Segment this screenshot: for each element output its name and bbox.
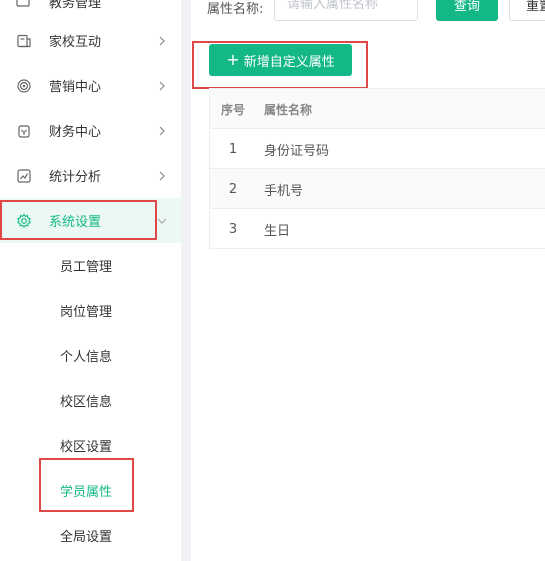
sidebar-subitem-campus-settings[interactable]: 校区设置 <box>0 423 181 468</box>
row-attribute-name: 身份证号码 <box>264 143 330 159</box>
sidebar-subitem-label: 员工管理 <box>60 260 113 275</box>
main-content: 属性名称: 查询 重置 + 新增自定义属性 序号 属性名称 1 身份证号码 2 … <box>191 0 545 561</box>
book-icon <box>15 0 33 10</box>
attributes-table: 序号 属性名称 1 身份证号码 2 手机号 3 生日 <box>209 88 545 249</box>
sidebar-item-system-settings[interactable]: 系统设置 <box>0 198 181 243</box>
sidebar-item-academic[interactable]: 教务管理 <box>0 0 181 11</box>
sidebar-subitem-label: 学员属性 <box>60 485 113 500</box>
sidebar-subitem-profile[interactable]: 个人信息 <box>0 333 181 378</box>
sidebar-subitem-label: 校区信息 <box>60 395 113 410</box>
sidebar-item-label: 系统设置 <box>49 215 102 230</box>
sidebar-subitem-global-settings[interactable]: 全局设置 <box>0 513 181 558</box>
chart-icon <box>15 167 33 185</box>
row-index: 1 <box>228 141 238 157</box>
attribute-name-filter-label: 属性名称: <box>207 2 264 17</box>
chat-icon <box>15 32 33 50</box>
sidebar-item-statistics[interactable]: 统计分析 <box>0 153 181 198</box>
row-attribute-name: 手机号 <box>264 183 304 199</box>
sidebar-item-marketing[interactable]: 营销中心 <box>0 63 181 108</box>
chevron-down-icon <box>156 215 168 227</box>
table-row[interactable]: 1 身份证号码 <box>210 129 545 169</box>
add-custom-attribute-button[interactable]: + 新增自定义属性 <box>209 44 352 76</box>
sidebar-item-label: 统计分析 <box>49 170 102 185</box>
sidebar-item-label: 财务中心 <box>49 125 102 140</box>
row-attribute-name: 生日 <box>264 223 291 239</box>
sidebar-subitem-campus-info[interactable]: 校区信息 <box>0 378 181 423</box>
chevron-right-icon <box>156 170 168 182</box>
sidebar-item-label: 营销中心 <box>49 80 102 95</box>
reset-button[interactable]: 重置 <box>509 0 545 21</box>
chevron-right-icon <box>156 80 168 92</box>
layout-gutter <box>181 0 191 561</box>
column-header-index: 序号 <box>220 102 245 117</box>
sidebar-subitem-label: 个人信息 <box>60 350 113 365</box>
wallet-icon <box>15 122 33 140</box>
sidebar-subitem-label: 岗位管理 <box>60 305 113 320</box>
sidebar-subitem-label: 全局设置 <box>60 530 113 545</box>
row-index: 2 <box>228 181 238 197</box>
sidebar-item-finance[interactable]: 财务中心 <box>0 108 181 153</box>
table-row[interactable]: 3 生日 <box>210 209 545 249</box>
chevron-right-icon <box>156 125 168 137</box>
row-index: 3 <box>228 221 238 237</box>
sidebar-item-home-school[interactable]: 家校互动 <box>0 18 181 63</box>
sidebar-subitem-staff[interactable]: 员工管理 <box>0 243 181 288</box>
gear-icon <box>15 212 33 230</box>
search-button[interactable]: 查询 <box>436 0 498 21</box>
table-header: 序号 属性名称 <box>210 89 545 129</box>
sidebar-item-label: 教务管理 <box>49 0 102 11</box>
column-header-attribute-name: 属性名称 <box>264 102 313 117</box>
plus-icon: + <box>226 50 240 69</box>
sidebar-item-label: 家校互动 <box>49 35 102 50</box>
table-row[interactable]: 2 手机号 <box>210 169 545 209</box>
sidebar-subitem-student-attributes[interactable]: 学员属性 <box>0 468 181 513</box>
sidebar-subitem-label: 校区设置 <box>60 440 113 455</box>
sidebar: 教务管理 家校互动 营销中心 财务中心 统计分析 系统设置 员工管理 岗位管理 … <box>0 0 181 561</box>
add-custom-attribute-label: 新增自定义属性 <box>243 54 335 70</box>
target-icon <box>15 77 33 95</box>
chevron-right-icon <box>156 35 168 47</box>
sidebar-subitem-positions[interactable]: 岗位管理 <box>0 288 181 333</box>
attribute-name-search-input[interactable] <box>274 0 418 21</box>
